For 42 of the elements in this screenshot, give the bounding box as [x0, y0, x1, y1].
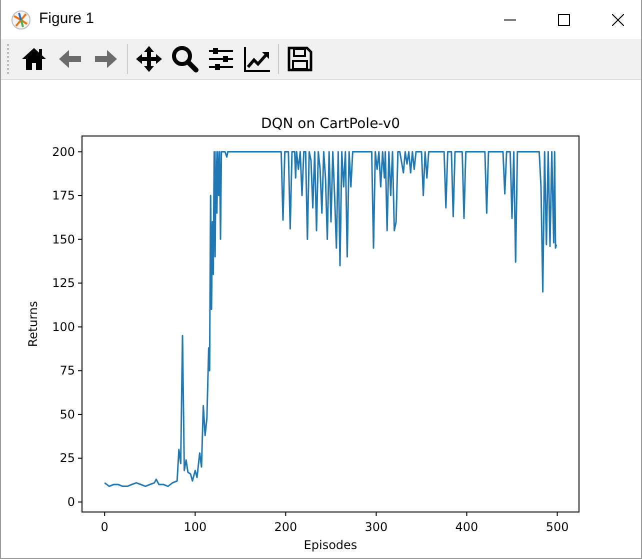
tick-mark — [104, 512, 106, 516]
tick-mark — [556, 512, 558, 516]
y-axis-label: Returns — [26, 300, 40, 348]
tick-mark — [78, 282, 82, 284]
tick-mark — [376, 512, 377, 516]
x-tick-label: 300 — [364, 520, 388, 534]
tick-mark — [78, 502, 82, 503]
x-tick-label: 200 — [274, 520, 298, 534]
tick-mark — [78, 414, 82, 415]
y-tick-label: 0 — [67, 495, 75, 510]
y-tick-label: 125 — [52, 276, 75, 290]
close-icon — [612, 14, 624, 26]
x-tick-label: 100 — [184, 520, 207, 534]
y-tick-label: 75 — [60, 364, 75, 378]
move-icon — [135, 45, 163, 73]
x-tick-label: 400 — [455, 520, 478, 534]
app-icon — [11, 10, 31, 30]
home-icon — [20, 45, 48, 73]
line-chart-icon — [243, 45, 271, 73]
y-tick-label: 50 — [60, 407, 75, 422]
search-icon — [171, 45, 199, 73]
y-tick-label: 175 — [52, 188, 75, 203]
x-axis-label: Episodes — [304, 538, 358, 552]
x-tick-label: 0 — [100, 520, 108, 534]
tick-mark — [78, 151, 82, 152]
tick-mark — [78, 326, 82, 328]
tick-mark — [78, 458, 82, 459]
y-tick-label: 200 — [52, 144, 75, 159]
tick-mark — [194, 512, 196, 516]
sliders-icon — [207, 45, 235, 73]
y-tick-label: 150 — [52, 232, 75, 246]
tick-mark — [78, 238, 82, 240]
tick-mark — [285, 512, 286, 516]
y-tick-label: 25 — [60, 451, 75, 466]
tick-mark — [466, 512, 468, 516]
maximize-icon — [558, 14, 570, 26]
x-tick-label: 500 — [546, 520, 569, 534]
y-tick-label: 100 — [52, 320, 75, 334]
tick-mark — [78, 195, 82, 196]
tick-mark — [78, 370, 82, 372]
chart-title: DQN on CartPole-v0 — [260, 116, 400, 132]
window-title: Figure 1 — [39, 9, 94, 30]
